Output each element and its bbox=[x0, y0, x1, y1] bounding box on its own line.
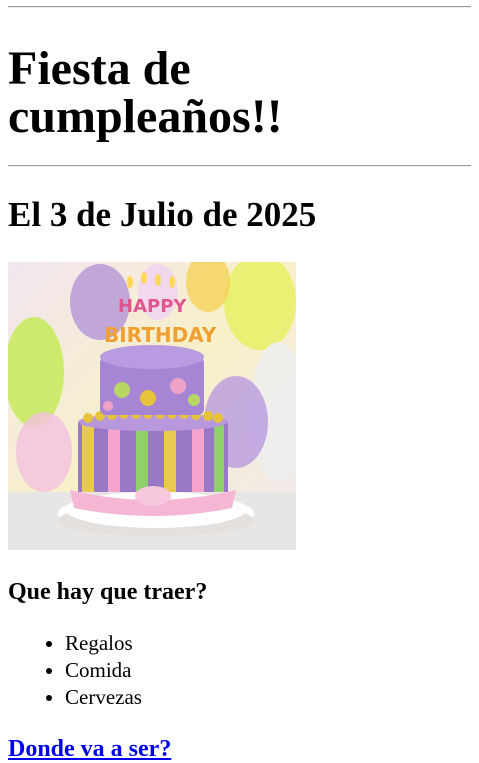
list-item: Comida bbox=[65, 657, 471, 684]
list-item: Regalos bbox=[65, 630, 471, 657]
page-title: Fiesta de cumpleaños!! bbox=[8, 42, 283, 143]
page: Fiesta de cumpleaños!! El 3 de Julio de … bbox=[0, 6, 479, 763]
list-item: Cervezas bbox=[65, 684, 471, 711]
svg-text:HAPPY: HAPPY bbox=[118, 296, 187, 317]
svg-text:BIRTHDAY: BIRTHDAY bbox=[104, 323, 217, 347]
location-link[interactable]: Donde va a ser? bbox=[8, 736, 171, 763]
event-date: El 3 de Julio de 2025 bbox=[8, 195, 317, 234]
items-list: Regalos Comida Cervezas bbox=[8, 630, 471, 711]
bring-heading: Que hay que traer? bbox=[8, 579, 208, 605]
birthday-cake-image: HAPPY BIRTHDAY bbox=[8, 262, 296, 550]
